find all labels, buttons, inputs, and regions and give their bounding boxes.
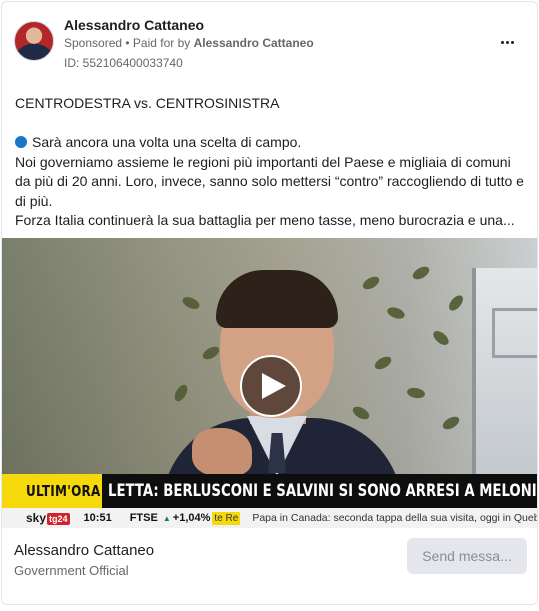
ad-body-text: CENTRODESTRA vs. CENTROSINISTRA Sarà anc… [15, 94, 530, 231]
channel-logo: sky tg24 [26, 511, 70, 525]
ad-text-line: CENTRODESTRA vs. CENTROSINISTRA [15, 95, 280, 111]
more-options-icon[interactable] [495, 30, 519, 54]
ad-id: ID: 552106400033740 [64, 56, 183, 70]
page-avatar[interactable] [14, 21, 54, 61]
video-window-pane [492, 308, 537, 358]
breaking-news-label: ULTIM'ORA [2, 474, 102, 508]
news-ticker-strip: sky tg24 10:51 FTSE ▲ +1,04% te Re Papa in… [2, 508, 537, 528]
ad-text-line: Forza Italia continuerà la sua battaglia… [15, 212, 515, 228]
ad-card: Alessandro Cattaneo Sponsored • Paid for… [1, 1, 538, 605]
blue-circle-icon [15, 136, 27, 148]
breaking-news-headline: LETTA: BERLUSCONI E SALVINI SI SONO ARRE… [108, 481, 537, 501]
channel-badge: tg24 [47, 513, 70, 525]
footer-page-category: Government Official [14, 563, 129, 578]
footer-page-name[interactable]: Alessandro Cattaneo [14, 542, 154, 559]
news-ticker-text: Papa in Canada: seconda tappa della sua … [252, 512, 537, 524]
send-message-button[interactable]: Send messa... [407, 538, 527, 574]
play-icon[interactable] [240, 355, 302, 417]
ticker-tail: te Re [212, 511, 241, 525]
ad-text-line: Noi governiamo assieme le regioni più im… [15, 153, 524, 209]
ad-video[interactable]: ULTIM'ORA LETTA: BERLUSCONI E SALVINI SI… [2, 238, 537, 528]
sponsored-line: Sponsored • Paid for by Alessandro Catta… [64, 36, 314, 50]
page-name[interactable]: Alessandro Cattaneo [64, 17, 204, 33]
ad-text-line: Sarà ancora una volta una scelta di camp… [15, 133, 530, 153]
sponsored-label: Sponsored [64, 36, 123, 50]
video-window [472, 268, 537, 478]
person-hand [192, 428, 252, 476]
paid-for-by: Alessandro Cattaneo [193, 36, 314, 50]
ticker-clock: 10:51 [83, 512, 112, 524]
paid-for-prefix: • Paid for by [122, 36, 194, 50]
ticker-index: FTSE ▲ +1,04% [129, 512, 211, 524]
